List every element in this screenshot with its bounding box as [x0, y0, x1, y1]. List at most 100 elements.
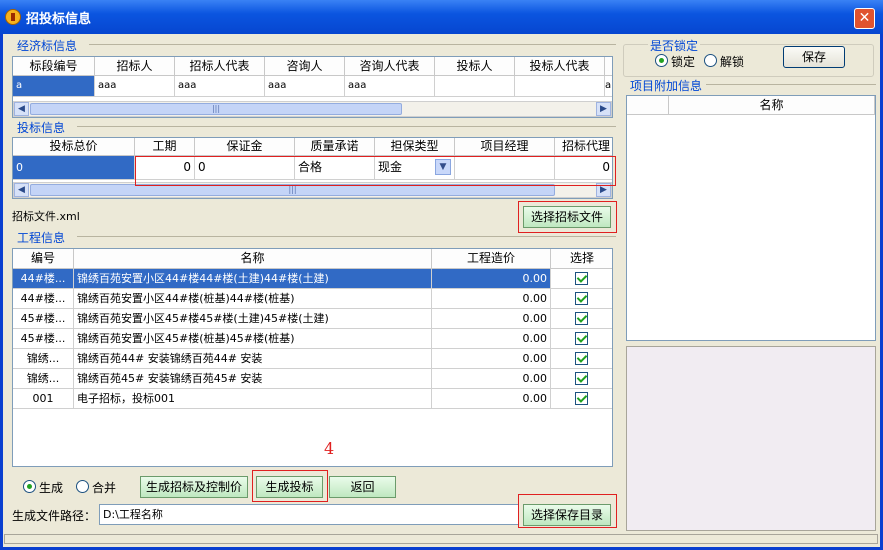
project-cell-code[interactable]: 锦绣... [13, 349, 74, 369]
extra-col-blank [627, 96, 669, 115]
project-grid[interactable]: 编号 名称 工程造价 选择 44#楼... 锦绣百苑安置小区44#楼44#楼(土建… [12, 248, 613, 467]
project-cell-code[interactable]: 001 [13, 389, 74, 409]
back-button[interactable]: 返回 [329, 476, 396, 498]
project-col-cost[interactable]: 工程造价 [432, 249, 551, 269]
annotation-box-1 [135, 156, 616, 186]
project-cell-cost[interactable]: 0.00 [432, 269, 551, 289]
project-cell-select[interactable] [551, 329, 612, 349]
save-button[interactable]: 保存 [783, 46, 845, 68]
scroll-left-icon[interactable]: ◀ [14, 102, 29, 116]
radio-lock[interactable] [655, 54, 668, 67]
extra-info-grid[interactable]: 名称 [626, 95, 876, 341]
project-cell-name[interactable]: 锦绣百苑44# 安装锦绣百苑44# 安装 [74, 349, 432, 369]
project-group-label: 工程信息 [17, 231, 66, 245]
economic-col-section-code[interactable]: 标段编号 [13, 57, 95, 76]
scroll-left-icon[interactable]: ◀ [14, 183, 29, 197]
generate-tender-control-price-button[interactable]: 生成招标及控制价 [140, 476, 248, 498]
project-cell-select[interactable] [551, 289, 612, 309]
project-cell-name[interactable]: 锦绣百苑安置小区45#楼45#楼(土建)45#楼(土建) [74, 309, 432, 329]
checkbox-checked-icon[interactable] [575, 372, 588, 385]
radio-unlock[interactable] [704, 54, 717, 67]
checkbox-checked-icon[interactable] [575, 292, 588, 305]
economic-cell-bidder[interactable] [435, 76, 515, 97]
app-icon [5, 9, 21, 25]
economic-col-consultant[interactable]: 咨询人 [265, 57, 345, 76]
scroll-thumb[interactable]: ||| [30, 103, 402, 115]
project-cell-name[interactable]: 电子招标，投标001 [74, 389, 432, 409]
project-cell-select[interactable] [551, 389, 612, 409]
project-cell-select[interactable] [551, 349, 612, 369]
economic-cell-tenderer-rep[interactable]: aaa [175, 76, 265, 97]
project-col-code[interactable]: 编号 [13, 249, 74, 269]
extra-info-label: 项目附加信息 [630, 79, 703, 93]
bid-group-line [77, 126, 616, 127]
bid-file-name: 招标文件.xml [12, 210, 80, 223]
status-bar [4, 534, 878, 544]
project-cell-cost[interactable]: 0.00 [432, 389, 551, 409]
close-button[interactable]: ✕ [854, 8, 875, 29]
bid-col-quality[interactable]: 质量承诺 [295, 138, 375, 156]
project-cell-cost[interactable]: 0.00 [432, 349, 551, 369]
project-cell-name[interactable]: 锦绣百苑45# 安装锦绣百苑45# 安装 [74, 369, 432, 389]
project-cell-cost[interactable]: 0.00 [432, 289, 551, 309]
bid-col-agent[interactable]: 招标代理 [555, 138, 612, 156]
project-cell-name[interactable]: 锦绣百苑安置小区45#楼(桩基)45#楼(桩基) [74, 329, 432, 349]
scroll-right-icon[interactable]: ▶ [596, 102, 611, 116]
economic-hscrollbar[interactable]: ◀ ||| ▶ [13, 101, 612, 117]
bid-col-manager[interactable]: 项目经理 [455, 138, 555, 156]
checkbox-checked-icon[interactable] [575, 332, 588, 345]
checkbox-checked-icon[interactable] [575, 312, 588, 325]
project-cell-select[interactable] [551, 309, 612, 329]
project-col-select[interactable]: 选择 [551, 249, 612, 269]
select-save-directory-button[interactable]: 选择保存目录 [523, 504, 611, 526]
economic-group-line [89, 44, 616, 45]
checkbox-checked-icon[interactable] [575, 392, 588, 405]
project-cell-name[interactable]: 锦绣百苑安置小区44#楼(桩基)44#楼(桩基) [74, 289, 432, 309]
project-cell-cost[interactable]: 0.00 [432, 329, 551, 349]
project-col-name[interactable]: 名称 [74, 249, 432, 269]
radio-generate[interactable] [23, 480, 36, 493]
extra-detail-panel[interactable] [626, 346, 876, 531]
economic-cell-consultant-rep[interactable]: aaa [345, 76, 435, 97]
project-cell-code[interactable]: 44#楼... [13, 289, 74, 309]
output-path-input[interactable]: D:\工程名称 [99, 504, 519, 525]
extra-col-name[interactable]: 名称 [669, 96, 875, 115]
economic-col-tenderer-rep[interactable]: 招标人代表 [175, 57, 265, 76]
bid-col-deposit[interactable]: 保证金 [195, 138, 295, 156]
economic-col-consultant-rep[interactable]: 咨询人代表 [345, 57, 435, 76]
economic-cell-consultant[interactable]: aaa [265, 76, 345, 97]
economic-col-overflow [605, 57, 612, 76]
title-bar[interactable] [0, 0, 883, 34]
project-cell-select[interactable] [551, 269, 612, 289]
bid-col-guarantee[interactable]: 担保类型 [375, 138, 455, 156]
checkbox-checked-icon[interactable] [575, 272, 588, 285]
economic-grid[interactable]: 标段编号 招标人 招标人代表 咨询人 咨询人代表 投标人 投标人代表 a aaa… [12, 56, 613, 118]
checkbox-checked-icon[interactable] [575, 352, 588, 365]
project-cell-code[interactable]: 锦绣... [13, 369, 74, 389]
economic-col-tenderer[interactable]: 招标人 [95, 57, 175, 76]
economic-cell-bidder-rep[interactable] [515, 76, 605, 97]
economic-col-bidder-rep[interactable]: 投标人代表 [515, 57, 605, 76]
project-cell-code[interactable]: 44#楼... [13, 269, 74, 289]
lock-group-label: 是否锁定 [648, 37, 701, 54]
economic-group-label: 经济标信息 [17, 39, 78, 53]
select-bid-file-button[interactable]: 选择招标文件 [523, 206, 611, 228]
bid-col-period[interactable]: 工期 [135, 138, 195, 156]
project-cell-name[interactable]: 锦绣百苑安置小区44#楼44#楼(土建)44#楼(土建) [74, 269, 432, 289]
bid-col-total[interactable]: 投标总价 [13, 138, 135, 156]
radio-lock-label: 锁定 [671, 55, 696, 69]
bid-cell-total[interactable]: 0 [13, 156, 135, 180]
economic-col-bidder[interactable]: 投标人 [435, 57, 515, 76]
project-cell-select[interactable] [551, 369, 612, 389]
project-cell-cost[interactable]: 0.00 [432, 309, 551, 329]
project-cell-cost[interactable]: 0.00 [432, 369, 551, 389]
project-cell-code[interactable]: 45#楼... [13, 309, 74, 329]
economic-cell-section-code[interactable]: a [13, 76, 95, 97]
project-cell-code[interactable]: 45#楼... [13, 329, 74, 349]
generate-bid-button[interactable]: 生成投标 [256, 476, 323, 498]
radio-unlock-label: 解锁 [720, 55, 745, 69]
economic-cell-tenderer[interactable]: aaa [95, 76, 175, 97]
bid-group-label: 投标信息 [17, 121, 66, 135]
economic-cell-overflow[interactable]: a [605, 76, 612, 97]
radio-merge[interactable] [76, 480, 89, 493]
